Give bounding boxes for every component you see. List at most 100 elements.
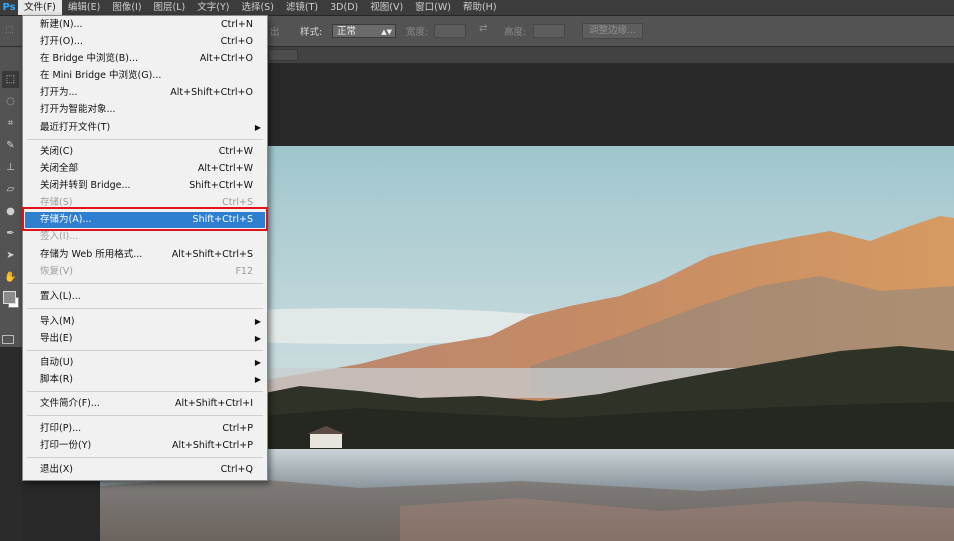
menu-item-label: 导入(M) — [40, 316, 75, 327]
menu-item-shortcut: Ctrl+O — [220, 36, 253, 47]
marquee-option-icon[interactable]: ⬚ — [5, 24, 14, 35]
menu-type[interactable]: 文字(Y) — [191, 0, 235, 15]
stamp-tool-icon[interactable]: ⊥ — [2, 159, 19, 176]
menu-item-shortcut: Ctrl+Q — [220, 464, 253, 475]
marquee-tool-icon[interactable]: ⬚ — [2, 71, 19, 88]
menu-file[interactable]: 文件(F) — [18, 0, 62, 15]
menu-item-save-for-web[interactable]: 存储为 Web 所用格式... Alt+Shift+Ctrl+S — [25, 247, 265, 263]
height-label: 高度: — [504, 27, 527, 38]
menu-item-label: 打开为智能对象... — [40, 104, 116, 115]
menu-item-place[interactable]: 置入(L)... — [25, 289, 265, 305]
menu-item-import[interactable]: 导入(M) ▶ — [25, 314, 265, 330]
menu-item-shortcut: F12 — [235, 266, 253, 277]
menu-item-label: 最近打开文件(T) — [40, 122, 111, 133]
chevron-right-icon: ▶ — [254, 123, 261, 132]
menu-item-label: 置入(L)... — [40, 291, 81, 302]
menu-item-scripts[interactable]: 脚本(R) ▶ — [25, 372, 265, 388]
swap-icon[interactable]: ⇄ — [479, 23, 487, 34]
lasso-tool-icon[interactable]: ◌ — [2, 93, 19, 110]
menu-item-shortcut: Alt+Ctrl+O — [199, 53, 253, 64]
pen-tool-icon[interactable]: ✒ — [2, 225, 19, 242]
style-select[interactable]: 正常 ▲▼ — [332, 24, 396, 38]
menu-layer[interactable]: 图层(L) — [148, 0, 192, 15]
menu-item-print-one-copy[interactable]: 打印一份(Y) Alt+Shift+Ctrl+P — [25, 438, 265, 454]
menu-item-open[interactable]: 打开(O)... Ctrl+O — [25, 34, 265, 50]
menu-select[interactable]: 选择(S) — [235, 0, 279, 15]
menu-item-close-all[interactable]: 关闭全部 Alt+Ctrl+W — [25, 161, 265, 177]
menu-item-check-in: 签入(I)... — [25, 229, 265, 245]
menu-separator — [27, 350, 263, 351]
menu-item-label: 关闭(C) — [40, 146, 74, 157]
menu-item-label: 脚本(R) — [40, 374, 74, 385]
menu-item-label: 恢复(V) — [40, 266, 73, 277]
menu-3d[interactable]: 3D(D) — [324, 0, 364, 15]
menu-item-label: 导出(E) — [40, 333, 73, 344]
menu-item-print[interactable]: 打印(P)... Ctrl+P — [25, 421, 265, 437]
menu-item-recent-files[interactable]: 最近打开文件(T) ▶ — [25, 120, 265, 136]
menu-separator — [27, 457, 263, 458]
quick-mask-icon[interactable] — [2, 335, 14, 344]
style-select-value: 正常 — [337, 26, 357, 37]
menu-window[interactable]: 窗口(W) — [409, 0, 457, 15]
menu-item-export[interactable]: 导出(E) ▶ — [25, 331, 265, 347]
menu-item-label: 打印一份(Y) — [40, 440, 92, 451]
menu-item-label: 打印(P)... — [40, 423, 82, 434]
save-as-callout-box — [22, 207, 268, 231]
foreground-color-swatch[interactable] — [3, 291, 16, 304]
file-menu-dropdown: 新建(N)... Ctrl+N 打开(O)... Ctrl+O 在 Bridge 中… — [22, 15, 268, 481]
menu-item-shortcut: Alt+Shift+Ctrl+P — [172, 440, 253, 451]
menu-separator — [27, 139, 263, 140]
path-select-tool-icon[interactable]: ➤ — [2, 247, 19, 264]
photoshop-logo: Ps — [2, 2, 16, 13]
menu-item-exit[interactable]: 退出(X) Ctrl+Q — [25, 462, 265, 478]
menu-item-browse-mini-bridge[interactable]: 在 Mini Bridge 中浏览(G)... — [25, 68, 265, 84]
chevron-down-icon: ▲▼ — [381, 28, 392, 36]
menu-separator — [27, 308, 263, 309]
hand-tool-icon[interactable]: ✋ — [2, 269, 19, 286]
menu-view[interactable]: 视图(V) — [364, 0, 409, 15]
menu-item-shortcut: Alt+Shift+Ctrl+O — [170, 87, 253, 98]
menu-separator — [27, 415, 263, 416]
refine-edge-button[interactable]: 调整边缘... — [582, 23, 644, 39]
width-label: 宽度: — [406, 27, 429, 38]
menu-separator — [27, 391, 263, 392]
chevron-right-icon: ▶ — [254, 358, 261, 367]
menu-item-label: 新建(N)... — [40, 19, 83, 30]
menu-bar: Ps 文件(F) 编辑(E) 图像(I) 图层(L) 文字(Y) 选择(S) 滤… — [0, 0, 954, 16]
menu-separator — [27, 283, 263, 284]
menu-item-label: 自动(U) — [40, 357, 74, 368]
menu-help[interactable]: 帮助(H) — [457, 0, 503, 15]
menu-item-browse-bridge[interactable]: 在 Bridge 中浏览(B)... Alt+Ctrl+O — [25, 51, 265, 67]
menu-item-revert: 恢复(V) F12 — [25, 264, 265, 280]
menu-item-open-as[interactable]: 打开为... Alt+Shift+Ctrl+O — [25, 85, 265, 101]
chevron-right-icon: ▶ — [254, 375, 261, 384]
menu-item-open-smart-object[interactable]: 打开为智能对象... — [25, 102, 265, 118]
menu-item-close[interactable]: 关闭(C) Ctrl+W — [25, 144, 265, 160]
menu-edit[interactable]: 编辑(E) — [62, 0, 106, 15]
dodge-tool-icon[interactable]: ● — [2, 203, 19, 220]
menu-item-shortcut: Ctrl+W — [218, 146, 253, 157]
menu-image[interactable]: 图像(I) — [106, 0, 147, 15]
eyedropper-tool-icon[interactable]: ✎ — [2, 137, 19, 154]
menu-item-label: 存储为 Web 所用格式... — [40, 249, 143, 260]
width-input[interactable] — [434, 24, 466, 38]
menu-item-label: 文件简介(F)... — [40, 398, 100, 409]
menu-item-shortcut: Shift+Ctrl+W — [189, 180, 253, 191]
height-input[interactable] — [533, 24, 565, 38]
crop-tool-icon[interactable]: ⌗ — [2, 115, 19, 132]
menu-item-close-go-bridge[interactable]: 关闭并转到 Bridge... Shift+Ctrl+W — [25, 178, 265, 194]
menu-item-automate[interactable]: 自动(U) ▶ — [25, 355, 265, 371]
menu-item-shortcut: Alt+Shift+Ctrl+I — [174, 398, 253, 409]
menu-filter[interactable]: 滤镜(T) — [280, 0, 324, 15]
options-label-fragment: 出 — [270, 27, 280, 38]
document-tab[interactable] — [268, 49, 298, 61]
menu-item-label: 签入(I)... — [40, 231, 79, 242]
menu-item-file-info[interactable]: 文件简介(F)... Alt+Shift+Ctrl+I — [25, 396, 265, 412]
menu-item-label: 在 Mini Bridge 中浏览(G)... — [40, 70, 162, 81]
menu-item-label: 打开为... — [40, 87, 78, 98]
menu-item-label: 打开(O)... — [40, 36, 83, 47]
chevron-right-icon: ▶ — [254, 334, 261, 343]
menu-item-shortcut: Ctrl+N — [221, 19, 253, 30]
eraser-tool-icon[interactable]: ▱ — [2, 181, 19, 198]
menu-item-new[interactable]: 新建(N)... Ctrl+N — [25, 17, 265, 33]
